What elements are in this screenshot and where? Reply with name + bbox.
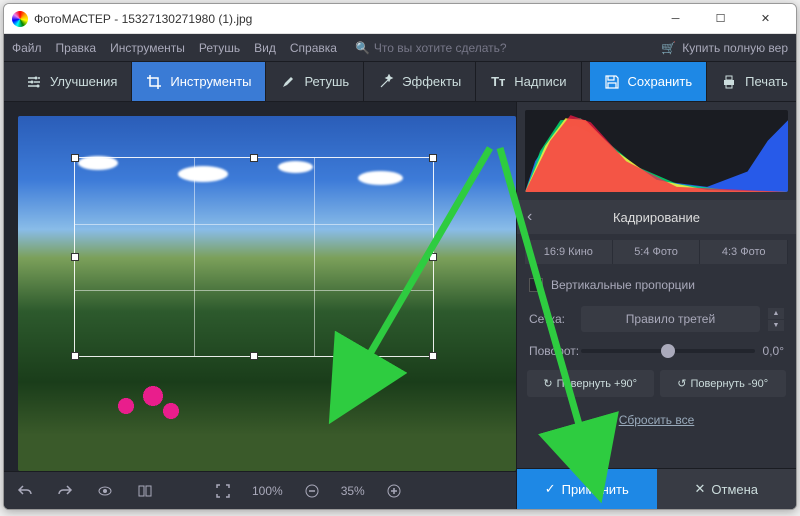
canvas-view[interactable] [4,102,516,471]
brush-icon [280,74,296,90]
undo-button[interactable] [14,480,36,502]
x-icon: ✕ [694,481,705,497]
zoom-fit-label: 100% [252,484,283,498]
wand-icon [378,74,394,90]
eye-button[interactable] [94,480,116,502]
menu-view[interactable]: Вид [254,41,276,55]
menu-edit[interactable]: Правка [56,41,97,55]
apply-button[interactable]: ✓ Применить [517,469,657,509]
app-icon [12,11,28,27]
close-button[interactable]: ✕ [743,4,788,34]
compare-button[interactable] [134,480,156,502]
panel-header: ‹ Кадрирование [517,200,796,234]
reset-link[interactable]: Сбросить все [517,403,796,437]
app-window: ФотоМАСТЕР - 15327130271980 (1).jpg ─ ☐ … [3,3,797,510]
zoom-in-button[interactable] [383,480,405,502]
print-button[interactable]: Печать [707,62,796,101]
bottom-toolbar: 100% 35% [4,471,516,509]
crop-handle-l[interactable] [71,253,79,261]
vertical-label: Вертикальные пропорции [551,278,695,292]
cancel-button[interactable]: ✕ Отмена [657,469,797,509]
fit-button[interactable] [212,480,234,502]
grid-dropdown[interactable]: Правило третей [581,306,760,332]
menu-file[interactable]: Файл [12,41,42,55]
tab-effects[interactable]: Эффекты [364,62,476,101]
search-icon: 🔍 [355,41,370,55]
crop-rectangle[interactable] [74,157,434,357]
save-icon [604,74,620,90]
ratio-5-4[interactable]: 5:4 Фото [613,240,701,264]
back-button[interactable]: ‹ [527,208,532,226]
histogram [525,110,788,192]
slider-thumb[interactable] [661,344,675,358]
menu-help[interactable]: Справка [290,41,337,55]
search-input[interactable]: 🔍 Что вы хотите сделать? [355,41,507,55]
print-icon [721,74,737,90]
rotate-minus-90[interactable]: ↺ Повернуть -90° [660,370,787,397]
crop-handle-br[interactable] [429,352,437,360]
rotate-plus-90[interactable]: ↻ Повернуть +90° [527,370,654,397]
crop-handle-bl[interactable] [71,352,79,360]
tab-retouch[interactable]: Ретушь [266,62,364,101]
crop-icon [146,74,162,90]
menu-tools[interactable]: Инструменты [110,41,185,55]
minimize-button[interactable]: ─ [653,4,698,34]
buy-link[interactable]: 🛒 Купить полную вер [661,41,788,55]
rotate-label: Поворот: [529,344,573,358]
vertical-checkbox[interactable] [529,278,543,292]
crop-handle-tl[interactable] [71,154,79,162]
tabbar: Улучшения Инструменты Ретушь Эффекты [4,62,796,102]
sliders-icon [26,74,42,90]
cart-icon: 🛒 [661,41,676,55]
rotate-value: 0,0° [763,344,784,358]
tab-tools[interactable]: Инструменты [132,62,266,101]
grid-step-up[interactable]: ▲ [768,308,784,319]
titlebar: ФотоМАСТЕР - 15327130271980 (1).jpg ─ ☐ … [4,4,796,34]
redo-button[interactable] [54,480,76,502]
ratio-16-9[interactable]: 16:9 Кино [525,240,613,264]
crop-handle-b[interactable] [250,352,258,360]
maximize-button[interactable]: ☐ [698,4,743,34]
grid-label: Сетка: [529,312,573,326]
crop-handle-r[interactable] [429,253,437,261]
zoom-level: 35% [341,484,365,498]
crop-handle-t[interactable] [250,154,258,162]
rotate-cw-icon: ↻ [543,377,552,390]
right-panel: ‹ Кадрирование 16:9 Кино 5:4 Фото 4:3 Фо… [516,102,796,509]
grid-step-down[interactable]: ▼ [768,320,784,331]
save-button[interactable]: Сохранить [590,62,708,101]
canvas-area: 100% 35% [4,102,516,509]
text-icon: Tт [490,74,506,90]
rotate-slider[interactable] [581,349,755,353]
window-title: ФотоМАСТЕР - 15327130271980 (1).jpg [34,12,653,26]
panel-title: Кадрирование [613,210,700,225]
check-icon: ✓ [545,481,556,497]
menubar: Файл Правка Инструменты Ретушь Вид Справ… [4,34,796,62]
rotate-ccw-icon: ↺ [677,377,686,390]
ratio-4-3[interactable]: 4:3 Фото [700,240,788,264]
crop-handle-tr[interactable] [429,154,437,162]
tab-enhance[interactable]: Улучшения [12,62,132,101]
tab-text[interactable]: Tт Надписи [476,62,581,101]
zoom-out-button[interactable] [301,480,323,502]
menu-retouch[interactable]: Ретушь [199,41,240,55]
